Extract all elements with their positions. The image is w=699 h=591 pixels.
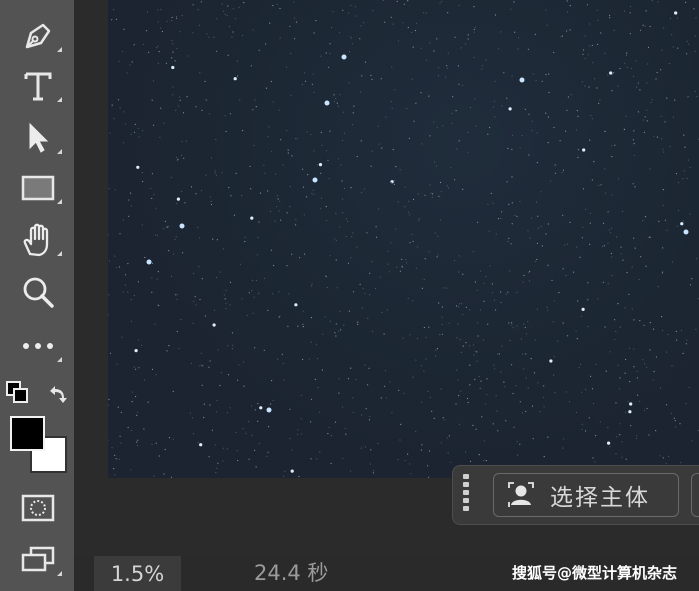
select-subject-label: 选择主体 — [550, 485, 650, 511]
ellipsis-icon — [23, 343, 53, 349]
timing-readout: 24.4 秒 — [254, 561, 329, 585]
type-icon — [24, 72, 52, 101]
pen-tool-button[interactable] — [14, 16, 62, 56]
contextual-task-bar: 选择主体 — [452, 465, 699, 525]
foreground-color-swatch[interactable] — [10, 416, 45, 451]
zoom-level-field[interactable]: 1.5% — [94, 556, 181, 591]
tools-panel — [0, 0, 74, 591]
person-select-icon — [508, 482, 534, 507]
task-bar-next-button[interactable] — [691, 473, 699, 517]
quick-mask-button[interactable] — [14, 488, 62, 528]
rectangle-icon — [21, 175, 55, 201]
magnifier-icon — [23, 277, 54, 308]
quick-mask-icon — [21, 494, 55, 522]
swap-colors-icon[interactable] — [46, 383, 68, 405]
default-colors-icon[interactable] — [6, 381, 28, 403]
select-subject-button[interactable]: 选择主体 — [493, 473, 679, 517]
screen-mode-button[interactable] — [14, 540, 62, 580]
pen-icon — [25, 23, 51, 49]
arrow-icon — [29, 122, 49, 153]
more-tools-button[interactable] — [14, 326, 62, 366]
watermark-text: 搜狐号@微型计算机杂志 — [512, 564, 678, 582]
status-bar: 1.5% 24.4 秒 搜狐号@微型计算机杂志 — [74, 556, 699, 591]
zoom-tool-button[interactable] — [14, 272, 62, 312]
drag-handle-icon[interactable] — [462, 474, 470, 518]
starfield-image — [108, 0, 699, 478]
screen-mode-icon — [21, 546, 55, 572]
canvas-image[interactable] — [108, 0, 699, 478]
hand-tool-button[interactable] — [14, 220, 62, 260]
type-tool-button[interactable] — [14, 66, 62, 106]
rectangle-tool-button[interactable] — [14, 168, 62, 208]
hand-icon — [23, 223, 49, 257]
selection-tool-button[interactable] — [14, 118, 62, 158]
